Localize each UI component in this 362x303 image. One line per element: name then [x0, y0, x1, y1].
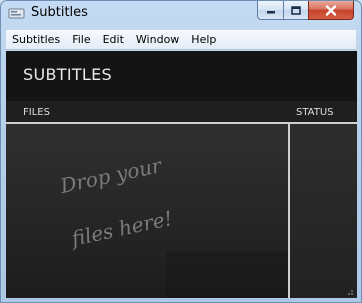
status-column — [290, 124, 357, 298]
menu-file[interactable]: File — [66, 33, 96, 46]
minimize-icon — [266, 11, 275, 14]
drop-hint: Drop your files here! — [34, 122, 199, 283]
app-icon — [8, 8, 25, 19]
menu-window[interactable]: Window — [130, 33, 185, 46]
files-shadow-region — [166, 252, 288, 298]
menu-bar: Subtitles File Edit Window Help — [6, 30, 356, 50]
app-content: SUBTITLES FILES STATUS Drop your files h… — [6, 51, 357, 298]
app-header: SUBTITLES — [6, 51, 357, 101]
files-column-header: FILES — [23, 107, 50, 118]
window-title: Subtitles — [31, 5, 88, 20]
app-window: Subtitles Subtitles File Edit Window Hel… — [0, 0, 362, 303]
app-heading: SUBTITLES — [23, 65, 112, 84]
drop-hint-line-2: files here! — [69, 206, 175, 251]
menu-edit[interactable]: Edit — [97, 33, 130, 46]
menu-help[interactable]: Help — [185, 33, 222, 46]
status-column-header: STATUS — [296, 107, 334, 118]
close-button[interactable] — [308, 1, 354, 20]
drop-hint-line-1: Drop your — [58, 153, 164, 198]
minimize-button[interactable] — [257, 1, 284, 20]
resize-grip-icon[interactable] — [344, 286, 354, 296]
maximize-icon — [291, 5, 301, 15]
close-icon — [325, 4, 337, 16]
title-bar[interactable]: Subtitles — [1, 1, 361, 28]
maximize-button[interactable] — [283, 1, 309, 20]
menu-subtitles[interactable]: Subtitles — [6, 33, 66, 46]
